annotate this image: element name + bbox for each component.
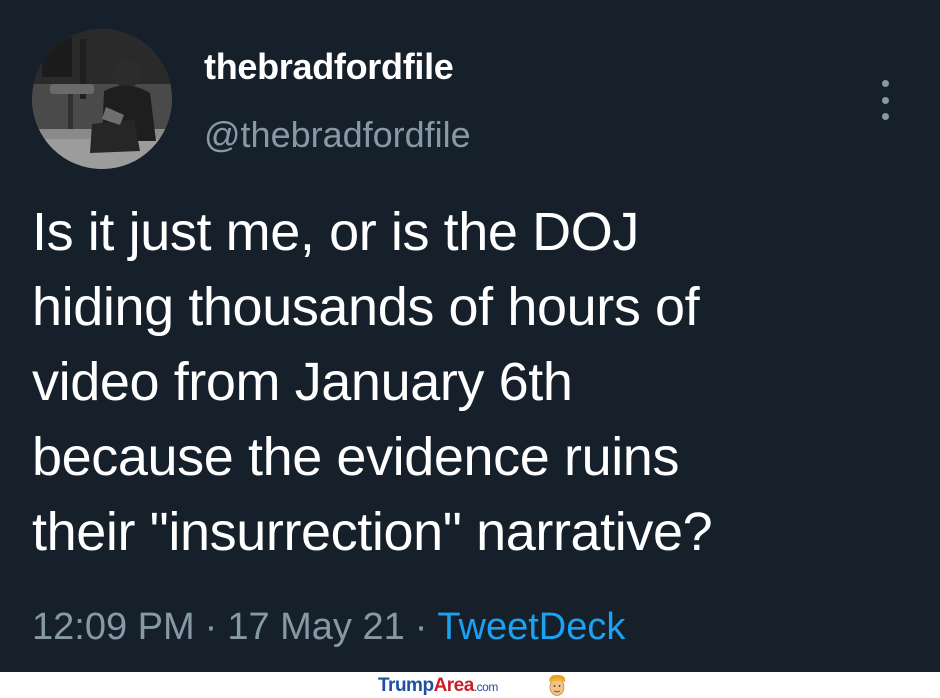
watermark-brand-part2: Area <box>433 675 475 696</box>
watermark-bar: TrumpArea.com <box>0 672 940 698</box>
tweet-date[interactable]: 17 May 21 <box>227 606 404 648</box>
tweet-card: thebradfordfile @thebradfordfile Is it j… <box>0 0 940 672</box>
watermark-brand-part1: Trump <box>378 675 434 696</box>
dot <box>881 80 889 87</box>
tweet-metadata: 12:09 PM · 17 May 21 · TweetDeck <box>32 606 625 649</box>
dot <box>881 96 889 104</box>
tweet-text-line: because the evidence ruins <box>32 427 680 487</box>
tweet-time[interactable]: 12:09 PM <box>32 606 195 648</box>
avatar[interactable] <box>32 29 172 169</box>
tweet-text-line: Is it just me, or is the DOJ <box>32 202 639 262</box>
watermark-text[interactable]: TrumpArea.com <box>378 675 498 697</box>
watermark-suffix: .com <box>473 680 499 694</box>
tweet-source-link[interactable]: TweetDeck <box>437 606 625 648</box>
tweet-text: Is it just me, or is the DOJ hiding thou… <box>32 195 912 570</box>
tweet-text-line: their "insurrection" narrative? <box>32 502 713 562</box>
trump-face-logo-icon <box>549 674 566 696</box>
tweet-text-line: hiding thousands of hours of <box>32 277 700 337</box>
separator: · <box>414 606 428 648</box>
dot <box>881 113 889 120</box>
vertical-ellipsis-icon[interactable] <box>872 80 898 120</box>
tweet-text-line: video from January 6th <box>32 352 573 412</box>
separator: · <box>204 606 218 648</box>
display-name[interactable]: thebradfordfile <box>204 46 454 88</box>
user-handle[interactable]: @thebradfordfile <box>204 114 471 156</box>
